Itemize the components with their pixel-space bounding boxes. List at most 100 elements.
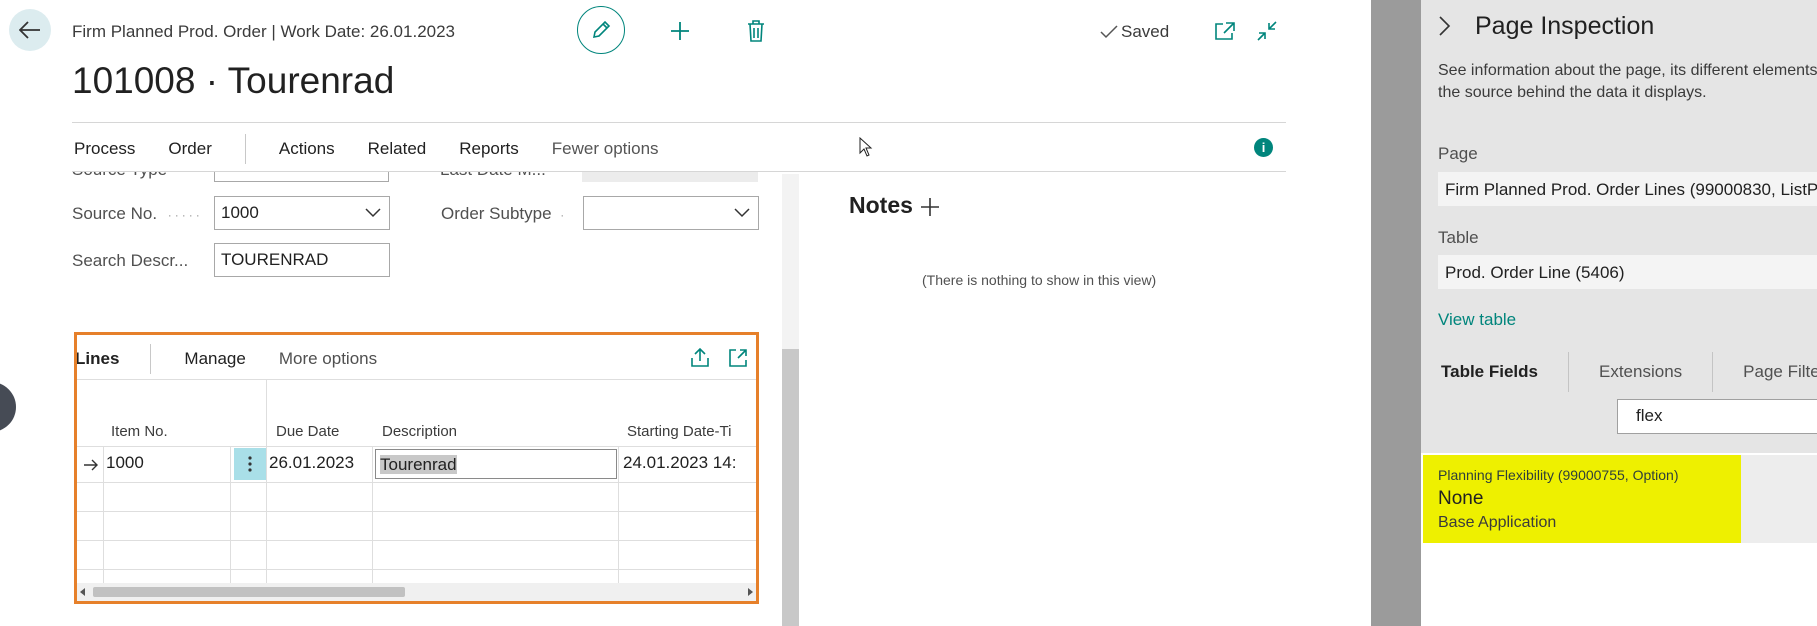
info-icon[interactable]: i: [1254, 138, 1273, 157]
label-leader-dots: ·: [560, 208, 568, 222]
grid-line: [77, 511, 756, 512]
action-bar-separator: [244, 134, 246, 164]
grid-line: [77, 482, 756, 483]
page-inspection-title: Page Inspection: [1475, 12, 1655, 40]
new-button[interactable]: [668, 19, 692, 43]
search-desc-field[interactable]: TOURENRAD: [214, 243, 390, 277]
expand-button[interactable]: [727, 347, 749, 369]
order-subtype-field[interactable]: [583, 196, 759, 230]
lines-more-options[interactable]: More options: [279, 349, 377, 369]
field-search-input[interactable]: flex: [1617, 399, 1817, 434]
column-header-item-no[interactable]: Item No.: [111, 423, 168, 440]
open-new-window-button[interactable]: [1213, 20, 1237, 42]
tab-table-fields[interactable]: Table Fields: [1441, 362, 1538, 382]
trash-icon: [748, 20, 764, 42]
last-date-label: Last Date M...: [440, 172, 546, 180]
page-inspection-tabs: Table Fields Extensions Page Filters: [1441, 352, 1817, 392]
scrollbar-thumb[interactable]: [93, 587, 405, 597]
clipped-field-row: Source Type Item Last Date M... 24.01.20…: [72, 172, 772, 186]
collapse-icon: [1257, 21, 1277, 41]
grid-line: [372, 447, 373, 589]
add-note-button[interactable]: [919, 196, 941, 218]
view-table-link[interactable]: View table: [1438, 310, 1516, 330]
action-order[interactable]: Order: [168, 139, 211, 159]
header-divider: [72, 122, 1286, 123]
cell-description-editor[interactable]: Tourenrad: [375, 449, 617, 479]
delete-button[interactable]: [744, 18, 768, 44]
label-leader-dots: ·····: [167, 208, 203, 222]
collapse-panel-button[interactable]: [1438, 15, 1456, 37]
field-result-source: Base Application: [1438, 514, 1557, 531]
row-pointer-icon: [84, 459, 98, 471]
page-context: Firm Planned Prod. Order | Work Date: 26…: [72, 22, 456, 41]
vertical-scrollbar[interactable]: [782, 174, 799, 626]
lines-toolbar-separator: [150, 344, 152, 374]
grid-line: [103, 447, 104, 589]
saved-label: Saved: [1121, 22, 1170, 41]
scroll-left-icon[interactable]: [80, 588, 86, 596]
cell-description: Tourenrad: [380, 455, 457, 474]
notes-title: Notes: [849, 192, 913, 218]
cell-starting-date-time[interactable]: 24.01.2023 14:: [623, 453, 756, 473]
more-vertical-icon: [248, 456, 252, 472]
scroll-right-icon[interactable]: [747, 588, 753, 596]
grid-line: [230, 447, 231, 589]
row-actions-button[interactable]: [234, 448, 266, 480]
saved-status: Saved: [1100, 22, 1169, 42]
action-bar: Process Order Actions Related Reports Fe…: [74, 134, 692, 164]
field-result-row-rest: [1741, 455, 1817, 543]
notes-empty-text: (There is nothing to show in this view): [922, 272, 1157, 288]
source-type-field[interactable]: Item: [214, 172, 389, 182]
share-button[interactable]: [689, 347, 711, 369]
grid-line: [618, 447, 619, 589]
expand-icon: [729, 349, 747, 367]
checkmark-icon: [1100, 25, 1118, 39]
action-related[interactable]: Related: [368, 139, 427, 159]
action-fewer-options[interactable]: Fewer options: [552, 139, 659, 159]
column-header-starting-date-time[interactable]: Starting Date-Ti: [627, 423, 756, 440]
cell-item-no[interactable]: 1000: [106, 453, 226, 473]
page-title: 101008 · Tourenrad: [72, 60, 395, 101]
order-subtype-label: Order Subtype ·: [441, 204, 567, 224]
tab-separator: [1712, 352, 1714, 392]
search-desc-label: Search Descr...: [72, 251, 189, 270]
cell-due-date[interactable]: 26.01.2023: [269, 453, 369, 473]
field-result-name: Planning Flexibility (99000755, Option): [1438, 467, 1679, 483]
chevron-down-icon: [365, 208, 381, 218]
source-no-field[interactable]: 1000: [214, 196, 390, 230]
tab-page-filters[interactable]: Page Filters: [1743, 362, 1817, 382]
page-inspection-description: See information about the page, its diff…: [1438, 62, 1817, 101]
lines-manage[interactable]: Manage: [184, 349, 245, 369]
lines-part: Lines Manage More options Item No. Due D…: [74, 332, 759, 604]
source-no-value: 1000: [221, 203, 259, 222]
scrollbar-thumb[interactable]: [782, 349, 799, 626]
grid-line: [266, 379, 267, 589]
table-label: Table: [1438, 228, 1479, 247]
collapse-button[interactable]: [1255, 19, 1279, 43]
back-button[interactable]: [9, 9, 51, 51]
side-panel-toggle[interactable]: [0, 382, 16, 432]
column-header-due-date[interactable]: Due Date: [276, 423, 339, 440]
action-actions[interactable]: Actions: [279, 139, 335, 159]
column-header-description[interactable]: Description: [382, 423, 457, 440]
plus-icon: [921, 198, 939, 216]
grid-line: [77, 446, 756, 447]
page-inspection-panel: Page Inspection See information about th…: [1421, 0, 1817, 626]
pop-out-icon: [1215, 22, 1235, 40]
horizontal-scrollbar[interactable]: [77, 583, 756, 601]
field-result-item[interactable]: Planning Flexibility (99000755, Option) …: [1423, 455, 1741, 543]
chevron-right-icon: [1439, 16, 1451, 36]
table-value: Prod. Order Line (5406): [1438, 255, 1817, 289]
tab-separator: [1568, 352, 1569, 392]
grid-line: [77, 540, 756, 541]
page-value: Firm Planned Prod. Order Lines (99000830…: [1438, 172, 1817, 206]
grid-line: [77, 569, 756, 570]
action-process[interactable]: Process: [74, 139, 135, 159]
order-subtype-label-text: Order Subtype: [441, 204, 552, 223]
edit-button[interactable]: [577, 6, 625, 54]
tab-extensions[interactable]: Extensions: [1599, 362, 1682, 382]
overlay-backdrop: [1371, 0, 1421, 626]
pencil-icon: [592, 20, 611, 39]
action-reports[interactable]: Reports: [459, 139, 519, 159]
mouse-cursor-icon: [859, 137, 873, 157]
